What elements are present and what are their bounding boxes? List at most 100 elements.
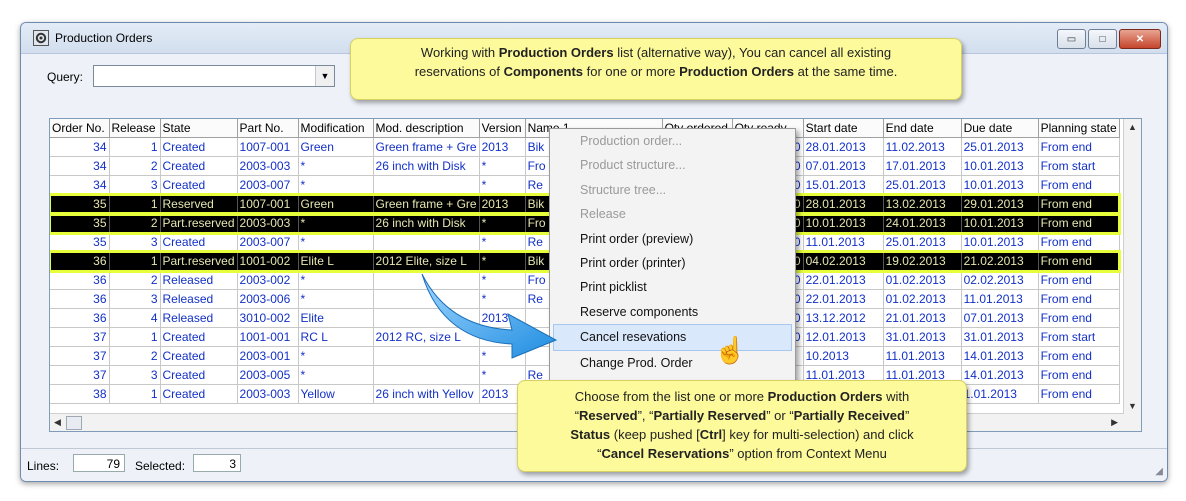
column-header[interactable]: Due date — [961, 119, 1039, 138]
column-header[interactable]: Part No. — [237, 119, 299, 138]
table-cell: 14.01.2013 — [961, 365, 1039, 385]
table-cell: * — [479, 251, 526, 271]
callout-bottom-text: Choose from the list one or more — [574, 389, 768, 404]
table-cell: 3010-002 — [237, 308, 299, 328]
menu-item[interactable]: Reserve components — [550, 300, 795, 324]
menu-item[interactable]: Structure tree... — [550, 178, 795, 202]
column-header[interactable]: End date — [883, 119, 962, 138]
table-cell: 2003-001 — [237, 346, 299, 366]
table-cell: RC L — [298, 327, 374, 347]
table-cell: 02.02.2013 — [961, 270, 1039, 290]
table-cell: 1001-002 — [237, 251, 299, 271]
callout-bottom-bold: Partially Received — [793, 408, 905, 423]
table-cell: 36 — [50, 289, 110, 309]
table-cell: Elite — [298, 308, 374, 328]
column-header[interactable]: Release — [109, 119, 161, 138]
table-cell: 2003-007 — [237, 175, 299, 195]
lines-label: Lines: — [27, 459, 60, 473]
query-dropdown-button[interactable]: ▼ — [315, 66, 334, 86]
table-cell: 1007-001 — [237, 137, 299, 157]
callout-top-bold: Production Orders — [679, 64, 794, 79]
table-cell: 26 inch with Disk — [373, 156, 480, 176]
menu-item[interactable]: Cancel resevations — [553, 324, 792, 351]
menu-item[interactable]: Print order (printer) — [550, 251, 795, 275]
callout-bottom-bold: Ctrl — [699, 427, 723, 442]
table-cell: * — [479, 232, 526, 252]
table-cell: 29.01.2013 — [961, 194, 1039, 214]
table-cell: 36 — [50, 308, 110, 328]
table-cell: 1.01.2013 — [961, 384, 1039, 404]
column-header[interactable]: Planning state — [1038, 119, 1120, 138]
table-cell: From end — [1038, 232, 1120, 252]
column-header[interactable]: Mod. description — [373, 119, 480, 138]
table-cell: 11.02.2013 — [883, 137, 962, 157]
scroll-up-icon[interactable]: ▲ — [1128, 122, 1137, 132]
query-label: Query: — [47, 70, 84, 84]
table-cell: Elite L — [298, 251, 374, 271]
scroll-right-icon[interactable]: ▶ — [1111, 417, 1118, 428]
table-cell: 14.01.2013 — [961, 346, 1039, 366]
table-cell: * — [298, 346, 374, 366]
close-button[interactable]: ✕ — [1119, 29, 1161, 49]
table-cell: 13.12.2012 — [803, 308, 884, 328]
column-header[interactable]: Order No. — [50, 119, 110, 138]
callout-top-bold: Components — [503, 64, 584, 79]
table-cell: 1 — [109, 384, 161, 404]
table-cell: 2 — [109, 270, 161, 290]
table-cell: From end — [1038, 137, 1120, 157]
menu-item[interactable]: Release — [550, 202, 795, 226]
table-cell: From end — [1038, 251, 1120, 271]
table-cell: 3 — [109, 289, 161, 309]
menu-item[interactable]: Product structure... — [550, 153, 795, 177]
table-cell: 25.01.2013 — [883, 175, 962, 195]
column-header[interactable]: State — [160, 119, 238, 138]
menu-item[interactable]: Print picklist — [550, 275, 795, 299]
callout-bottom-text: ] key for multi-selection) and click — [722, 427, 914, 442]
table-cell: From end — [1038, 308, 1120, 328]
vertical-scrollbar[interactable]: ▲ ▼ — [1123, 119, 1141, 431]
table-cell: * — [479, 175, 526, 195]
column-header[interactable]: Modification — [298, 119, 374, 138]
horizontal-scroll-thumb[interactable] — [66, 416, 82, 430]
column-header[interactable]: Start date — [803, 119, 884, 138]
table-cell: 37 — [50, 365, 110, 385]
table-cell: Reserved — [160, 194, 238, 214]
minimize-icon: ▭ — [1066, 33, 1077, 45]
table-cell: 3 — [109, 232, 161, 252]
table-cell: 11.01.2013 — [803, 232, 884, 252]
table-cell: 10.01.2013 — [961, 175, 1039, 195]
table-cell: * — [298, 270, 374, 290]
scroll-down-icon[interactable]: ▼ — [1128, 401, 1137, 411]
query-select[interactable]: ▼ — [93, 65, 335, 87]
minimize-button[interactable]: ▭ — [1057, 29, 1086, 49]
table-cell: Yellow — [298, 384, 374, 404]
table-cell: 2012 Elite, size L — [373, 251, 480, 271]
menu-item[interactable]: Production order... — [550, 129, 795, 153]
menu-item[interactable]: Change Prod. Order — [550, 351, 795, 375]
table-cell: 01.02.2013 — [883, 289, 962, 309]
resize-grip-icon[interactable]: ◢ — [1155, 466, 1163, 477]
scroll-left-icon[interactable]: ◀ — [54, 417, 61, 428]
close-icon: ✕ — [1135, 33, 1145, 45]
callout-top-text: list (alternative way), You can cancel a… — [613, 45, 892, 60]
table-cell: 1 — [109, 137, 161, 157]
table-cell: 15.01.2013 — [803, 175, 884, 195]
maximize-icon: □ — [1099, 33, 1106, 45]
table-cell: 35 — [50, 232, 110, 252]
table-cell: From end — [1038, 175, 1120, 195]
menu-item[interactable]: Print order (preview) — [550, 227, 795, 251]
table-cell: 2003-003 — [237, 384, 299, 404]
column-header[interactable]: Version — [479, 119, 526, 138]
table-cell: Created — [160, 156, 238, 176]
table-cell: 37 — [50, 327, 110, 347]
table-cell: 2 — [109, 156, 161, 176]
table-cell: From end — [1038, 289, 1120, 309]
maximize-button[interactable]: □ — [1088, 29, 1117, 49]
table-cell: 26 inch with Disk — [373, 213, 480, 233]
callout-bottom: Choose from the list one or more Product… — [517, 380, 967, 472]
table-cell: 31.01.2013 — [961, 327, 1039, 347]
lines-count: 79 — [73, 454, 125, 472]
table-cell — [373, 232, 480, 252]
table-cell: Created — [160, 175, 238, 195]
table-cell: 38 — [50, 384, 110, 404]
